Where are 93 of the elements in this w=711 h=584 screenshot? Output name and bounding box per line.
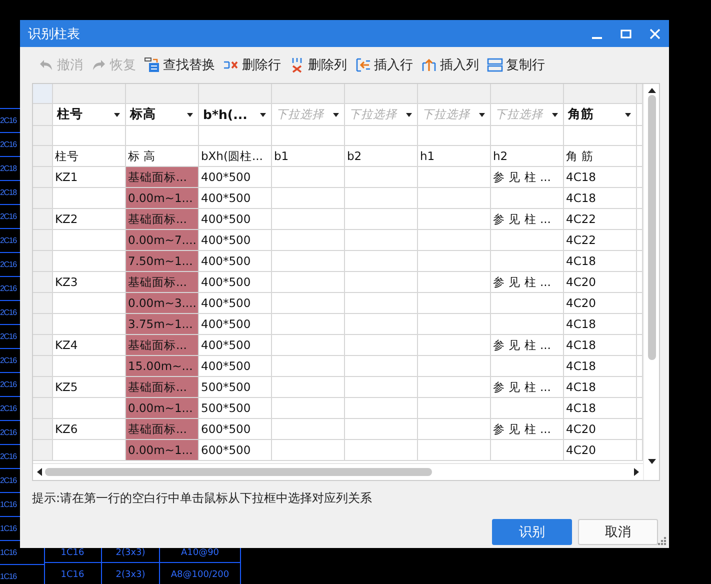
scroll-up-icon[interactable] bbox=[648, 88, 656, 93]
table-cell: 400*500 bbox=[199, 209, 272, 230]
resize-grip-icon[interactable] bbox=[658, 537, 666, 545]
table-cell: 4C18 bbox=[564, 314, 637, 335]
window-title: 识别柱表 bbox=[28, 26, 81, 42]
column-mapping-dropdown[interactable]: b*h(... bbox=[199, 104, 272, 126]
table-cell: 柱号 bbox=[53, 146, 126, 167]
table-cell: 参 见 柱 ... bbox=[491, 167, 564, 188]
table-cell: 参 见 柱 ... bbox=[491, 335, 564, 356]
table-cell: h1 bbox=[418, 146, 491, 167]
scroll-left-icon[interactable] bbox=[37, 468, 42, 476]
table-cell: b1 bbox=[272, 146, 345, 167]
table-cell: 参 见 柱 ... bbox=[491, 209, 564, 230]
table-cell: 基础面标... bbox=[126, 209, 199, 230]
copy-row-icon bbox=[487, 57, 503, 73]
toolbar-button[interactable]: 删除列 bbox=[289, 56, 347, 74]
caret-icon bbox=[625, 112, 631, 116]
table-cell: 0.00m~7.... bbox=[126, 230, 199, 251]
drawing-table-cell: 1C16 bbox=[44, 563, 102, 584]
table-cell: 4C20 bbox=[564, 440, 637, 461]
table-cell: 4C22 bbox=[564, 209, 637, 230]
find-replace-icon bbox=[144, 57, 160, 73]
table-cell: 4C18 bbox=[564, 188, 637, 209]
table-cell: 0.00m~3.... bbox=[126, 293, 199, 314]
table-cell: 4C18 bbox=[564, 251, 637, 272]
toolbar-button[interactable]: 插入行 bbox=[355, 56, 413, 74]
table-cell: 600*500 bbox=[199, 440, 272, 461]
caret-icon bbox=[333, 112, 339, 116]
horizontal-scrollbar-thumb[interactable] bbox=[45, 468, 432, 476]
caret-icon bbox=[406, 112, 412, 116]
table-cell: 基础面标... bbox=[126, 272, 199, 293]
table-cell: 0.00m~1... bbox=[126, 188, 199, 209]
recognize-button[interactable]: 识别 bbox=[492, 519, 572, 545]
table-cell: 4C18 bbox=[564, 398, 637, 419]
column-mapping-dropdown[interactable]: 角筋 bbox=[564, 104, 637, 126]
table-cell: 400*500 bbox=[199, 251, 272, 272]
table-cell: 15.00m~... bbox=[126, 356, 199, 377]
table-cell: 500*500 bbox=[199, 398, 272, 419]
table-cell: 参 见 柱 ... bbox=[491, 419, 564, 440]
table-cell: 0.00m~1... bbox=[126, 398, 199, 419]
rebar-label: 1C16 bbox=[0, 564, 44, 584]
table-cell: 4C18 bbox=[564, 377, 637, 398]
caret-icon bbox=[479, 112, 485, 116]
table-cell: bXh(圆柱... bbox=[199, 146, 272, 167]
close-icon[interactable] bbox=[649, 28, 661, 40]
drawing-table-cell: A8@100/200 bbox=[160, 563, 241, 584]
insert-column-icon bbox=[421, 57, 437, 73]
table-cell: 4C20 bbox=[564, 272, 637, 293]
scroll-down-icon[interactable] bbox=[648, 459, 656, 464]
table-cell: 400*500 bbox=[199, 230, 272, 251]
toolbar-button[interactable]: 查找替换 bbox=[144, 56, 215, 74]
vertical-scrollbar-thumb[interactable] bbox=[648, 95, 656, 360]
table-cell: 4C22 bbox=[564, 230, 637, 251]
table-cell: 400*500 bbox=[199, 272, 272, 293]
table-cell: 4C20 bbox=[564, 293, 637, 314]
table-cell: 500*500 bbox=[199, 377, 272, 398]
scroll-right-icon[interactable] bbox=[634, 468, 639, 476]
column-mapping-dropdown[interactable]: 柱号 bbox=[53, 104, 126, 126]
table-cell: 4C20 bbox=[564, 419, 637, 440]
table-cell: 400*500 bbox=[199, 356, 272, 377]
table-cell: 基础面标... bbox=[126, 377, 199, 398]
drawing-table-cell: 2(3x3) bbox=[102, 563, 160, 584]
caret-icon bbox=[114, 112, 120, 116]
table-cell: 4C18 bbox=[564, 356, 637, 377]
table-cell: 400*500 bbox=[199, 335, 272, 356]
table-cell: 参 见 柱 ... bbox=[491, 377, 564, 398]
table-cell: h2 bbox=[491, 146, 564, 167]
table-cell: 参 见 柱 ... bbox=[491, 272, 564, 293]
table-cell: 600*500 bbox=[199, 419, 272, 440]
table-cell: 角 筋 bbox=[564, 146, 637, 167]
insert-row-icon bbox=[355, 57, 371, 73]
table-cell: 400*500 bbox=[199, 188, 272, 209]
caret-icon bbox=[552, 112, 558, 116]
table-cell: 基础面标... bbox=[126, 335, 199, 356]
table-cell: 3.75m~1... bbox=[126, 314, 199, 335]
cancel-button[interactable]: 取消 bbox=[578, 519, 658, 545]
toolbar-button[interactable]: 删除行 bbox=[223, 56, 281, 74]
toolbar-button[interactable]: 插入列 bbox=[421, 56, 479, 74]
table-cell: 4C18 bbox=[564, 167, 637, 188]
table-cell: 400*500 bbox=[199, 314, 272, 335]
table-cell: 基础面标... bbox=[126, 419, 199, 440]
table-cell: b2 bbox=[345, 146, 418, 167]
table-cell: 400*500 bbox=[199, 293, 272, 314]
table-cell: 400*500 bbox=[199, 167, 272, 188]
caret-icon bbox=[260, 112, 266, 116]
table-cell: 7.50m~1... bbox=[126, 251, 199, 272]
caret-icon bbox=[187, 112, 193, 116]
table-cell: 0.00m~1... bbox=[126, 440, 199, 461]
column-mapping-dropdown[interactable]: 标高 bbox=[126, 104, 199, 126]
table-cell: 基础面标... bbox=[126, 167, 199, 188]
maximize-icon[interactable] bbox=[620, 28, 632, 40]
table-cell: 4C18 bbox=[564, 335, 637, 356]
toolbar-button[interactable]: 复制行 bbox=[487, 56, 545, 74]
